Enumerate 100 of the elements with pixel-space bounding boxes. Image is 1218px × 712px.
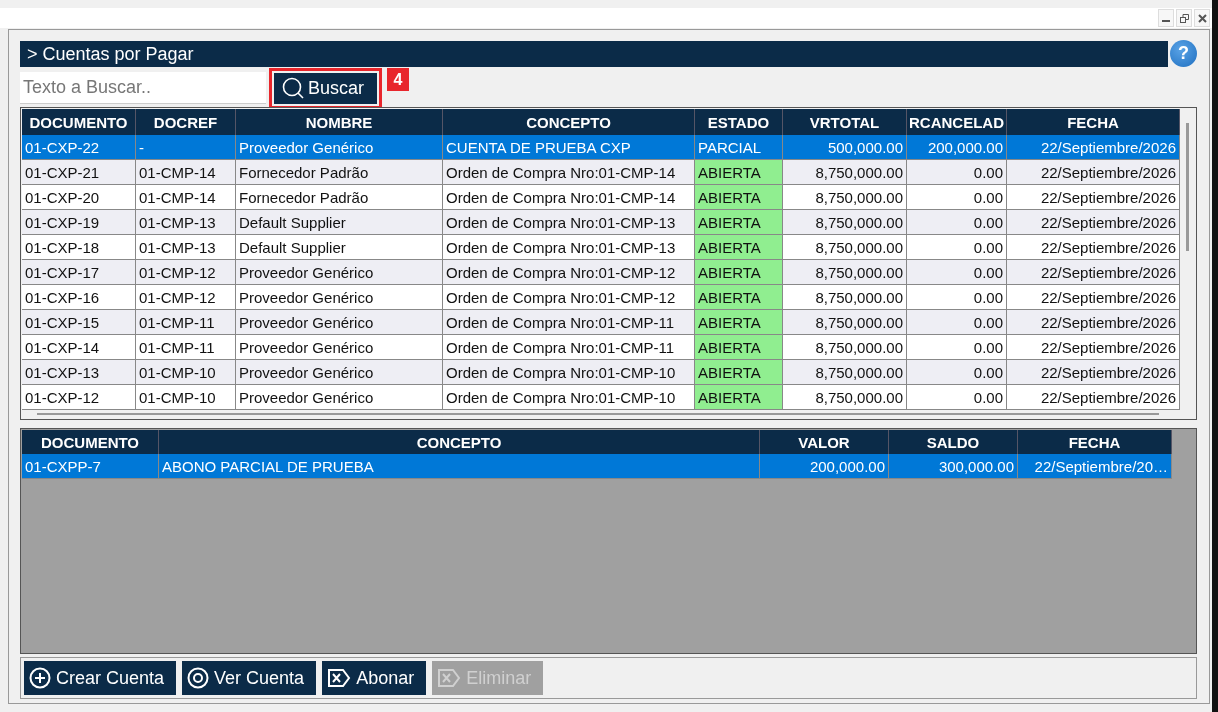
table-cell: Proveedor Genérico [236,385,443,410]
table-cell: 22/Septiembre/2026 [1007,185,1180,210]
table-cell: 01-CXP-18 [22,235,136,260]
table-cell: Default Supplier [236,210,443,235]
delete-icon [327,668,352,688]
table-cell: Proveedor Genérico [236,310,443,335]
table-cell: ABIERTA [695,385,783,410]
table-row[interactable]: 01-CXP-13 01-CMP-10 Proveedor Genérico Orden de Compra Nro:01-CMP-10 ABIERTA 8,750,000.00 0.00 22/Septiembre/2026 [22,360,1180,385]
table-cell: ABIERTA [695,360,783,385]
minimize-button[interactable] [1158,9,1174,27]
close-button[interactable] [1194,9,1210,27]
table-row[interactable]: 01-CXP-20 01-CMP-14 Fornecedor Padrão Orden de Compra Nro:01-CMP-14 ABIERTA 8,750,000.00 0.00 22/Septiembre/2026 [22,185,1180,210]
table-row[interactable]: 01-CXP-14 01-CMP-11 Proveedor Genérico Orden de Compra Nro:01-CMP-11 ABIERTA 8,750,000.00 0.00 22/Septiembre/2026 [22,335,1180,360]
table-cell: 22/Septiembre/2026 [1007,210,1180,235]
column-header[interactable]: SALDO [889,430,1018,454]
column-header[interactable]: CONCEPTO [443,109,695,135]
table-cell: Proveedor Genérico [236,285,443,310]
table-cell: 8,750,000.00 [783,210,907,235]
table-cell: Proveedor Genérico [236,260,443,285]
table-row[interactable]: 01-CXP-17 01-CMP-12 Proveedor Genérico Orden de Compra Nro:01-CMP-12 ABIERTA 8,750,000.00 0.00 22/Septiembre/2026 [22,260,1180,285]
table-cell: 01-CMP-12 [136,285,236,310]
table-cell: Orden de Compra Nro:01-CMP-13 [443,210,695,235]
table-cell: 01-CMP-12 [136,260,236,285]
table-cell: 01-CMP-14 [136,185,236,210]
table-cell: Orden de Compra Nro:01-CMP-14 [443,185,695,210]
column-header[interactable]: DOCREF [136,109,236,135]
column-header[interactable]: RCANCELAD [907,109,1007,135]
column-header[interactable]: FECHA [1018,430,1172,454]
table-cell: 8,750,000.00 [783,260,907,285]
table-cell: Proveedor Genérico [236,335,443,360]
table-cell: Orden de Compra Nro:01-CMP-10 [443,360,695,385]
table-cell: 01-CMP-11 [136,335,236,360]
table-cell: - [136,135,236,160]
search-icon [282,77,304,99]
action-button[interactable]: Abonar [322,661,427,695]
table-cell: 0.00 [907,285,1007,310]
table-cell: Orden de Compra Nro:01-CMP-11 [443,335,695,360]
table-cell: 8,750,000.00 [783,335,907,360]
table-cell: 300,000.00 [889,454,1018,479]
table-row[interactable]: 01-CXP-15 01-CMP-11 Proveedor Genérico Orden de Compra Nro:01-CMP-11 ABIERTA 8,750,000.00 0.00 22/Septiembre/2026 [22,310,1180,335]
search-field[interactable]: Texto a Buscar.. [20,72,266,104]
table-cell: 22/Septiembre/2026 [1007,260,1180,285]
table-cell: Fornecedor Padrão [236,160,443,185]
table-row[interactable]: 01-CXP-19 01-CMP-13 Default Supplier Orden de Compra Nro:01-CMP-13 ABIERTA 8,750,000.00 0.00 22/Septiembre/2026 [22,210,1180,235]
table-cell: Fornecedor Padrão [236,185,443,210]
table-cell: ABIERTA [695,310,783,335]
column-header[interactable]: CONCEPTO [159,430,760,454]
table-cell: Proveedor Genérico [236,360,443,385]
restore-icon [1179,13,1189,23]
vertical-scrollbar[interactable] [1186,123,1189,251]
table-cell: ABIERTA [695,285,783,310]
table-cell: Orden de Compra Nro:01-CMP-10 [443,385,695,410]
table-row[interactable]: 01-CXP-18 01-CMP-13 Default Supplier Orden de Compra Nro:01-CMP-13 ABIERTA 8,750,000.00 0.00 22/Septiembre/2026 [22,235,1180,260]
action-button[interactable]: Crear Cuenta [24,661,177,695]
table-row[interactable]: 01-CXPP-7 ABONO PARCIAL DE PRUEBA 200,000.00 300,000.00 22/Septiembre/20… [22,454,1172,479]
column-header[interactable]: DOCUMENTO [22,109,136,135]
table-cell: 01-CMP-11 [136,310,236,335]
table-cell: Orden de Compra Nro:01-CMP-14 [443,160,695,185]
table-row[interactable]: 01-CXP-16 01-CMP-12 Proveedor Genérico Orden de Compra Nro:01-CMP-12 ABIERTA 8,750,000.00 0.00 22/Septiembre/2026 [22,285,1180,310]
column-header[interactable]: VRTOTAL [783,109,907,135]
table-cell: Orden de Compra Nro:01-CMP-12 [443,260,695,285]
table-cell: Orden de Compra Nro:01-CMP-13 [443,235,695,260]
column-header[interactable]: ESTADO [695,109,783,135]
restore-button[interactable] [1176,9,1192,27]
search-button[interactable]: Buscar [274,72,377,104]
table-cell: 01-CXPP-7 [22,454,159,479]
table-cell: Orden de Compra Nro:01-CMP-11 [443,310,695,335]
column-header[interactable]: VALOR [760,430,889,454]
table-cell: 01-CMP-10 [136,360,236,385]
step-badge: 4 [387,68,409,91]
action-button[interactable]: Ver Cuenta [182,661,317,695]
table-cell: ABONO PARCIAL DE PRUEBA [159,454,760,479]
table-cell: 01-CXP-22 [22,135,136,160]
table-cell: 01-CMP-13 [136,210,236,235]
table-cell: 0.00 [907,235,1007,260]
table-row[interactable]: 01-CXP-21 01-CMP-14 Fornecedor Padrão Orden de Compra Nro:01-CMP-14 ABIERTA 8,750,000.00 0.00 22/Septiembre/2026 [22,160,1180,185]
column-header[interactable]: FECHA [1007,109,1180,135]
table-row[interactable]: 01-CXP-22 - Proveedor Genérico CUENTA DE PRUEBA CXP PARCIAL 500,000.00 200,000.00 22/Septiembre/2026 [22,135,1180,160]
table-cell: ABIERTA [695,260,783,285]
table-cell: 8,750,000.00 [783,185,907,210]
table-cell: 8,750,000.00 [783,285,907,310]
table-cell: 01-CXP-15 [22,310,136,335]
table-cell: 01-CXP-14 [22,335,136,360]
table-cell: 8,750,000.00 [783,385,907,410]
table-row[interactable]: 01-CXP-12 01-CMP-10 Proveedor Genérico Orden de Compra Nro:01-CMP-10 ABIERTA 8,750,000.00 0.00 22/Septiembre/2026 [22,385,1180,410]
table-cell: 01-CXP-17 [22,260,136,285]
table-cell: Proveedor Genérico [236,135,443,160]
table-cell: 200,000.00 [760,454,889,479]
delete-icon [437,668,462,688]
table-cell: Default Supplier [236,235,443,260]
table-cell: ABIERTA [695,210,783,235]
table-cell: 200,000.00 [907,135,1007,160]
table-cell: 01-CXP-13 [22,360,136,385]
table-cell: 22/Septiembre/2026 [1007,285,1180,310]
table-cell: ABIERTA [695,235,783,260]
table-cell: 0.00 [907,385,1007,410]
column-header[interactable]: DOCUMENTO [22,430,159,454]
horizontal-scrollbar[interactable] [37,413,1159,415]
table-cell: 01-CMP-13 [136,235,236,260]
column-header[interactable]: NOMBRE [236,109,443,135]
